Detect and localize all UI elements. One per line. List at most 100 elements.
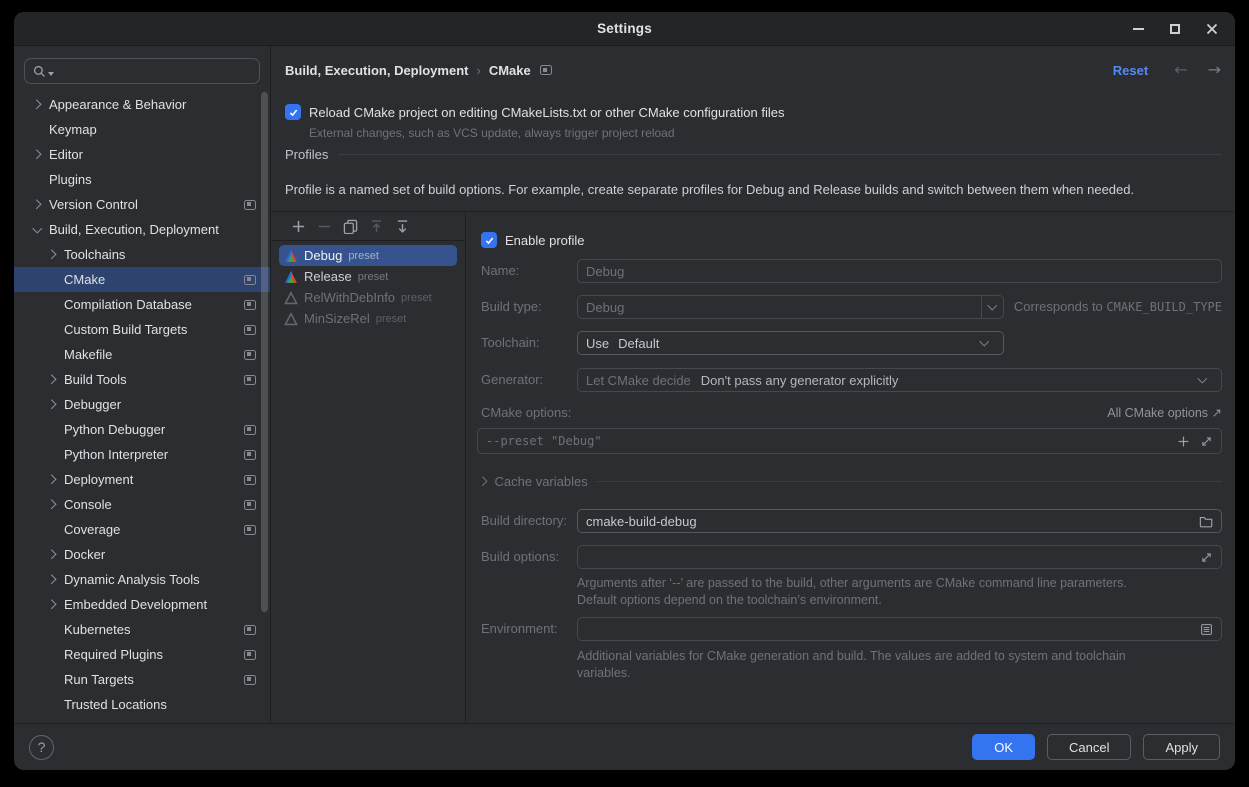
sidebar-item-appearance-behavior[interactable]: Appearance & Behavior bbox=[14, 92, 270, 117]
chevron-down-icon bbox=[1191, 369, 1213, 391]
sidebar-item-toolchains[interactable]: Toolchains bbox=[14, 242, 270, 267]
sidebar-item-kubernetes[interactable]: Kubernetes bbox=[14, 617, 270, 642]
add-button[interactable] bbox=[290, 218, 306, 234]
enable-profile-label[interactable]: Enable profile bbox=[505, 233, 585, 248]
search-options-caret-icon[interactable] bbox=[48, 72, 54, 76]
all-cmake-options-link[interactable]: All CMake options ↗ bbox=[1107, 405, 1222, 420]
sidebar-item-label: Kubernetes bbox=[64, 622, 131, 637]
chevron-right-icon[interactable] bbox=[46, 375, 55, 384]
move-up-icon bbox=[369, 219, 384, 234]
profile-suffix: preset bbox=[376, 313, 407, 325]
profile-item-relwithdebinfo[interactable]: RelWithDebInfopreset bbox=[279, 287, 457, 308]
dialog-footer: ? OK Cancel Apply bbox=[14, 723, 1235, 770]
chevron-right-icon[interactable] bbox=[46, 475, 55, 484]
sidebar-item-label: Docker bbox=[64, 547, 105, 562]
cancel-button[interactable]: Cancel bbox=[1047, 734, 1131, 760]
duplicate-button[interactable] bbox=[342, 218, 358, 234]
name-label: Name: bbox=[481, 263, 519, 278]
breadcrumb-item[interactable]: Build, Execution, Deployment bbox=[285, 63, 468, 78]
profile-list-toolbar bbox=[271, 212, 465, 241]
sidebar-item-python-interpreter[interactable]: Python Interpreter bbox=[14, 442, 270, 467]
back-arrow-button[interactable]: ← bbox=[1174, 62, 1187, 78]
cache-variables-toggle[interactable]: Cache variables bbox=[481, 474, 1222, 489]
chevron-right-icon[interactable] bbox=[46, 550, 55, 559]
build-directory-field[interactable]: cmake-build-debug bbox=[577, 509, 1222, 533]
chevron-down-icon[interactable] bbox=[32, 223, 41, 232]
build-options-field[interactable] bbox=[577, 545, 1222, 569]
sidebar-item-debugger[interactable]: Debugger bbox=[14, 392, 270, 417]
sidebar-item-keymap[interactable]: Keymap bbox=[14, 117, 270, 142]
browse-folder-button[interactable] bbox=[1199, 515, 1213, 528]
pane-icon bbox=[244, 275, 256, 285]
cmake-options-field[interactable]: --preset "Debug" bbox=[477, 428, 1222, 454]
sidebar-item-build-execution-deployment[interactable]: Build, Execution, Deployment bbox=[14, 217, 270, 242]
sidebar-item-deployment[interactable]: Deployment bbox=[14, 467, 270, 492]
minimize-button[interactable] bbox=[1131, 22, 1145, 36]
chevron-right-icon[interactable] bbox=[31, 150, 40, 159]
close-button[interactable] bbox=[1205, 22, 1219, 36]
sidebar-item-embedded-development[interactable]: Embedded Development bbox=[14, 592, 270, 617]
chevron-right-icon[interactable] bbox=[46, 600, 55, 609]
pane-icon bbox=[244, 500, 256, 510]
chevron-right-icon[interactable] bbox=[46, 575, 55, 584]
breadcrumb-item[interactable]: CMake bbox=[489, 63, 531, 78]
sidebar-scrollbar[interactable] bbox=[261, 92, 268, 612]
sidebar-item-cmake[interactable]: CMake bbox=[14, 267, 270, 292]
chevron-right-icon[interactable] bbox=[46, 400, 55, 409]
sidebar-item-editor[interactable]: Editor bbox=[14, 142, 270, 167]
search-input[interactable] bbox=[24, 58, 260, 84]
chevron-right-icon[interactable] bbox=[31, 200, 40, 209]
sidebar-item-docker[interactable]: Docker bbox=[14, 542, 270, 567]
move-down-button[interactable] bbox=[394, 218, 410, 234]
minimize-icon bbox=[1133, 28, 1144, 30]
enable-profile-checkbox[interactable] bbox=[481, 232, 497, 248]
environment-field[interactable] bbox=[577, 617, 1222, 641]
reload-checkbox[interactable] bbox=[285, 104, 301, 120]
enable-profile-row: Enable profile bbox=[481, 232, 585, 248]
name-field[interactable]: Debug bbox=[577, 259, 1222, 283]
generator-detail: Don't pass any generator explicitly bbox=[701, 373, 899, 388]
sidebar-item-label: Plugins bbox=[49, 172, 92, 187]
profile-item-debug[interactable]: Debugpreset bbox=[279, 245, 457, 266]
edit-variables-button[interactable] bbox=[1200, 623, 1213, 636]
forward-arrow-button[interactable]: → bbox=[1208, 62, 1221, 78]
ok-button[interactable]: OK bbox=[972, 734, 1035, 760]
sidebar-item-build-tools[interactable]: Build Tools bbox=[14, 367, 270, 392]
sidebar-item-dynamic-analysis-tools[interactable]: Dynamic Analysis Tools bbox=[14, 567, 270, 592]
reload-checkbox-label[interactable]: Reload CMake project on editing CMakeLis… bbox=[309, 105, 784, 120]
chevron-right-icon[interactable] bbox=[31, 100, 40, 109]
profile-name: RelWithDebInfo bbox=[304, 290, 395, 305]
profile-item-minsizerel[interactable]: MinSizeRelpreset bbox=[279, 308, 457, 329]
sidebar-item-compilation-database[interactable]: Compilation Database bbox=[14, 292, 270, 317]
reset-button[interactable]: Reset bbox=[1113, 63, 1148, 78]
sidebar-item-version-control[interactable]: Version Control bbox=[14, 192, 270, 217]
expand-field-button[interactable] bbox=[1200, 435, 1213, 448]
build-type-select[interactable]: Debug bbox=[577, 295, 1004, 319]
sidebar-item-plugins[interactable]: Plugins bbox=[14, 167, 270, 192]
chevron-right-icon[interactable] bbox=[46, 500, 55, 509]
screen: Settings Appearance & Behavio bbox=[0, 0, 1249, 787]
chevron-right-icon[interactable] bbox=[46, 250, 55, 259]
titlebar: Settings bbox=[14, 12, 1235, 46]
apply-button[interactable]: Apply bbox=[1143, 734, 1220, 760]
generator-select[interactable]: Let CMake decide Don't pass any generato… bbox=[577, 368, 1222, 392]
sidebar-item-required-plugins[interactable]: Required Plugins bbox=[14, 642, 270, 667]
sidebar-item-custom-build-targets[interactable]: Custom Build Targets bbox=[14, 317, 270, 342]
sidebar-item-run-targets[interactable]: Run Targets bbox=[14, 667, 270, 692]
sidebar-item-console[interactable]: Console bbox=[14, 492, 270, 517]
help-button[interactable]: ? bbox=[29, 735, 54, 760]
maximize-button[interactable] bbox=[1168, 22, 1182, 36]
cache-variables-label: Cache variables bbox=[495, 474, 588, 489]
sidebar-item-makefile[interactable]: Makefile bbox=[14, 342, 270, 367]
remove-icon bbox=[317, 219, 332, 234]
sidebar-item-label: Dynamic Analysis Tools bbox=[64, 572, 200, 587]
profile-item-release[interactable]: Releasepreset bbox=[279, 266, 457, 287]
expand-field-button[interactable] bbox=[1200, 551, 1213, 564]
add-option-button[interactable] bbox=[1177, 435, 1190, 448]
sidebar-item-trusted-locations[interactable]: Trusted Locations bbox=[14, 692, 270, 717]
sidebar-item-python-debugger[interactable]: Python Debugger bbox=[14, 417, 270, 442]
pane-icon bbox=[244, 475, 256, 485]
cmake-options-value: --preset "Debug" bbox=[486, 434, 602, 448]
toolchain-select[interactable]: Use Default bbox=[577, 331, 1004, 355]
sidebar-item-coverage[interactable]: Coverage bbox=[14, 517, 270, 542]
